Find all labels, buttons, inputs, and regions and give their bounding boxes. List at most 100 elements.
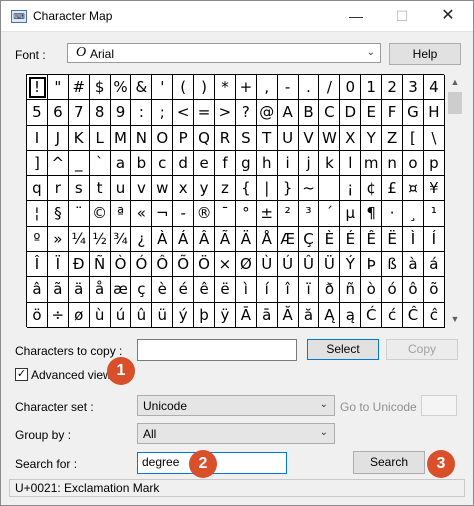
character-cell[interactable]: ¾: [110, 226, 132, 253]
character-cell[interactable]: ¿: [131, 226, 153, 253]
character-cell[interactable]: p: [423, 150, 445, 177]
character-cell[interactable]: <: [173, 100, 195, 126]
character-cell[interactable]: Î: [27, 252, 48, 278]
goto-unicode-input[interactable]: [421, 395, 457, 416]
character-cell[interactable]: F: [382, 100, 404, 126]
character-cell[interactable]: T: [256, 125, 278, 151]
character-cell[interactable]: 2: [382, 75, 404, 101]
character-cell[interactable]: ą: [340, 302, 362, 328]
character-cell[interactable]: ´: [319, 201, 341, 227]
character-cell[interactable]: Ò: [110, 252, 132, 278]
character-cell[interactable]: ¨: [68, 201, 90, 227]
character-cell[interactable]: î: [277, 277, 299, 303]
character-cell[interactable]: I: [27, 125, 48, 151]
character-cell[interactable]: Ç: [298, 226, 320, 253]
character-cell[interactable]: .: [298, 75, 320, 101]
character-cell[interactable]: ': [152, 75, 174, 101]
character-cell[interactable]: ±: [256, 201, 278, 227]
character-cell[interactable]: t: [89, 176, 111, 202]
character-cell[interactable]: B: [298, 100, 320, 126]
character-cell[interactable]: W: [319, 125, 341, 151]
character-cell[interactable]: ¯: [215, 201, 236, 227]
character-cell[interactable]: ~: [298, 176, 320, 202]
character-cell[interactable]: ]: [27, 150, 48, 177]
character-cell[interactable]: 3: [403, 75, 424, 101]
character-cell[interactable]: S: [235, 125, 257, 151]
character-cell[interactable]: ¡: [340, 176, 362, 202]
character-cell[interactable]: i: [277, 150, 299, 177]
character-cell[interactable]: 0: [340, 75, 362, 101]
character-cell[interactable]: >: [215, 100, 236, 126]
character-cell[interactable]: «: [131, 201, 153, 227]
character-cell[interactable]: X: [340, 125, 362, 151]
scrollbar-thumb[interactable]: [448, 92, 462, 114]
character-cell[interactable]: Ć: [361, 302, 383, 328]
character-cell[interactable]: Í: [423, 226, 445, 253]
character-cell[interactable]: o: [403, 150, 424, 177]
character-cell[interactable]: ü: [152, 302, 174, 328]
character-cell[interactable]: d: [173, 150, 195, 177]
character-cell[interactable]: O: [152, 125, 174, 151]
character-cell[interactable]: C: [319, 100, 341, 126]
character-cell[interactable]: z: [215, 176, 236, 202]
character-cell[interactable]: E: [361, 100, 383, 126]
character-cell[interactable]: ð: [319, 277, 341, 303]
character-cell[interactable]: m: [361, 150, 383, 177]
character-cell[interactable]: ·: [382, 201, 404, 227]
character-cell[interactable]: ¢: [361, 176, 383, 202]
character-cell[interactable]: Ì: [403, 226, 424, 253]
advanced-view-checkbox[interactable]: ✓: [15, 368, 28, 381]
character-cell[interactable]: $: [89, 75, 111, 101]
character-cell[interactable]: ÿ: [215, 302, 236, 328]
character-cell[interactable]: û: [131, 302, 153, 328]
character-cell[interactable]: Ù: [256, 252, 278, 278]
character-cell[interactable]: L: [89, 125, 111, 151]
character-cell[interactable]: ¹: [423, 201, 445, 227]
character-cell[interactable]: V: [298, 125, 320, 151]
character-cell[interactable]: Õ: [173, 252, 195, 278]
group-by-dropdown[interactable]: All ⌄: [137, 423, 335, 444]
character-cell[interactable]: §: [47, 201, 69, 227]
character-cell[interactable]: Ĉ: [403, 302, 424, 328]
character-cell[interactable]: 4: [423, 75, 445, 101]
character-cell[interactable]: ª: [110, 201, 132, 227]
copy-button[interactable]: Copy: [386, 339, 458, 360]
character-cell[interactable]: [319, 176, 341, 202]
character-cell[interactable]: µ: [340, 201, 362, 227]
character-cell[interactable]: :: [131, 100, 153, 126]
character-cell[interactable]: Ú: [277, 252, 299, 278]
character-cell[interactable]: Ü: [319, 252, 341, 278]
character-cell[interactable]: ò: [361, 277, 383, 303]
character-cell[interactable]: _: [68, 150, 90, 177]
character-cell[interactable]: Ð: [68, 252, 90, 278]
character-cell[interactable]: =: [194, 100, 216, 126]
character-cell[interactable]: b: [131, 150, 153, 177]
character-cell[interactable]: x: [173, 176, 195, 202]
character-cell[interactable]: Ø: [235, 252, 257, 278]
maximize-button[interactable]: ☐: [379, 1, 425, 31]
character-cell[interactable]: °: [235, 201, 257, 227]
character-cell[interactable]: 5: [27, 100, 48, 126]
character-cell[interactable]: (: [173, 75, 195, 101]
character-cell[interactable]: ĉ: [423, 302, 445, 328]
character-cell[interactable]: ©: [89, 201, 111, 227]
character-cell[interactable]: ^: [47, 150, 69, 177]
character-cell[interactable]: c: [152, 150, 174, 177]
character-cell[interactable]: ñ: [340, 277, 362, 303]
character-cell[interactable]: Æ: [277, 226, 299, 253]
character-cell[interactable]: k: [319, 150, 341, 177]
character-cell[interactable]: ¤: [403, 176, 424, 202]
close-button[interactable]: ✕: [425, 1, 471, 31]
character-cell[interactable]: Þ: [361, 252, 383, 278]
character-cell[interactable]: !: [27, 75, 48, 101]
character-cell[interactable]: ê: [194, 277, 216, 303]
character-cell[interactable]: À: [152, 226, 174, 253]
character-cell[interactable]: g: [235, 150, 257, 177]
character-cell[interactable]: É: [340, 226, 362, 253]
character-cell[interactable]: Ý: [340, 252, 362, 278]
character-cell[interactable]: ¸: [403, 201, 424, 227]
character-cell[interactable]: j: [298, 150, 320, 177]
character-cell[interactable]: æ: [110, 277, 132, 303]
grid-scrollbar[interactable]: ▲ ▼: [446, 74, 464, 327]
character-cell[interactable]: Ā: [235, 302, 257, 328]
